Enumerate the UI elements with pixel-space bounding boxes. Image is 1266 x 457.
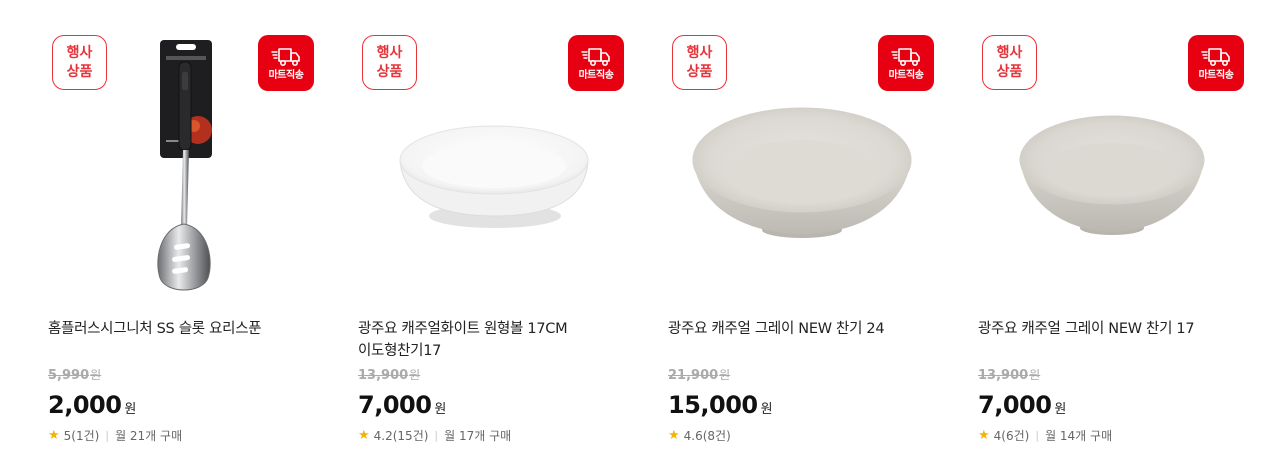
sale-price-value: 7,000 (978, 391, 1052, 419)
mart-badge-label: 마트직송 (1198, 70, 1234, 81)
original-price-unit: 원 (409, 368, 421, 382)
event-product-badge: 행사 상품 (672, 35, 727, 90)
product-name[interactable]: 광주요 캐주얼 그레이 NEW 찬기 24 (668, 318, 940, 340)
sale-price-value: 2,000 (48, 391, 122, 419)
sale-price: 2,000 원 (48, 389, 136, 426)
event-badge-line2: 상품 (686, 63, 713, 80)
product-thumbnail[interactable]: 행사 상품 마트직송 (978, 32, 1246, 304)
star-icon: ★ (978, 428, 990, 443)
mart-badge-label: 마트직송 (578, 70, 614, 81)
original-price-value: 13,900 (978, 368, 1029, 383)
delivery-truck-icon (271, 48, 300, 66)
event-badge-line2: 상품 (376, 63, 403, 80)
star-icon: ★ (48, 428, 60, 443)
rating-text: 5(1건) (63, 429, 100, 443)
meta-divider: | (434, 429, 439, 442)
monthly-sales: 월 14개 구매 (1045, 429, 1113, 443)
product-card[interactable]: 행사 상품 마트직송 (978, 0, 1266, 457)
mart-direct-badge: 마트직송 (878, 35, 934, 91)
event-badge-line1: 행사 (66, 44, 93, 61)
product-thumbnail[interactable]: 행사 상품 마트직송 (48, 32, 316, 304)
product-name[interactable]: 홈플러스시그니처 SS 슬롯 요리스푼 (48, 318, 320, 340)
event-product-badge: 행사 상품 (362, 35, 417, 90)
delivery-truck-icon (891, 48, 920, 66)
star-icon: ★ (358, 428, 370, 443)
product-name[interactable]: 광주요 캐주얼 그레이 NEW 찬기 17 (978, 318, 1250, 340)
mart-badge-label: 마트직송 (268, 70, 304, 81)
sale-price-value: 15,000 (668, 391, 758, 419)
sale-price-value: 7,000 (358, 391, 432, 419)
mart-direct-badge: 마트직송 (258, 35, 314, 91)
product-card[interactable]: 행사 상품 마트직송 (48, 0, 338, 457)
sale-price-unit: 원 (760, 402, 773, 417)
original-price-value: 13,900 (358, 368, 409, 383)
delivery-truck-icon (581, 48, 610, 66)
product-name[interactable]: 광주요 캐주얼화이트 원형볼 17CM 이도형찬기17 (358, 318, 630, 362)
mart-direct-badge: 마트직송 (568, 35, 624, 91)
sale-price-unit: 원 (124, 402, 137, 417)
original-price: 21,900원 (668, 367, 730, 384)
monthly-sales: 월 21개 구매 (115, 429, 183, 443)
meta-divider: | (1035, 429, 1040, 442)
original-price-unit: 원 (1029, 368, 1041, 382)
event-product-badge: 행사 상품 (52, 35, 107, 90)
product-grid: 행사 상품 마트직송 홈플러스시그니처 SS 슬롯 요리스푼 5,990원 2,… (0, 0, 1266, 457)
sale-price: 15,000 원 (668, 389, 773, 426)
sale-price: 7,000 원 (978, 389, 1066, 426)
product-thumbnail[interactable]: 행사 상품 마트직송 (668, 32, 936, 304)
product-meta: ★ 5(1건) | 월 21개 구매 (48, 428, 182, 444)
rating-text: 4.2(15건) (373, 429, 429, 443)
original-price: 5,990원 (48, 367, 101, 384)
event-badge-line1: 행사 (376, 44, 403, 61)
sale-price: 7,000 원 (358, 389, 446, 426)
sale-price-unit: 원 (1054, 402, 1067, 417)
event-product-badge: 행사 상품 (982, 35, 1037, 90)
star-icon: ★ (668, 428, 680, 443)
meta-divider: | (105, 429, 110, 442)
product-meta: ★ 4.6(8건) (668, 428, 731, 444)
product-meta: ★ 4(6건) | 월 14개 구매 (978, 428, 1112, 444)
original-price-value: 21,900 (668, 368, 719, 383)
product-card[interactable]: 행사 상품 마트직송 (358, 0, 648, 457)
event-badge-line2: 상품 (996, 63, 1023, 80)
original-price: 13,900원 (978, 367, 1040, 384)
original-price-unit: 원 (719, 368, 731, 382)
product-card[interactable]: 행사 상품 마트직송 (668, 0, 958, 457)
rating-text: 4(6건) (993, 429, 1030, 443)
mart-direct-badge: 마트직송 (1188, 35, 1244, 91)
original-price-unit: 원 (90, 368, 102, 382)
original-price: 13,900원 (358, 367, 420, 384)
original-price-value: 5,990 (48, 368, 90, 383)
mart-badge-label: 마트직송 (888, 70, 924, 81)
rating-text: 4.6(8건) (683, 429, 731, 443)
product-meta: ★ 4.2(15건) | 월 17개 구매 (358, 428, 511, 444)
sale-price-unit: 원 (434, 402, 447, 417)
delivery-truck-icon (1201, 48, 1230, 66)
product-thumbnail[interactable]: 행사 상품 마트직송 (358, 32, 626, 304)
event-badge-line1: 행사 (686, 44, 713, 61)
monthly-sales: 월 17개 구매 (444, 429, 512, 443)
event-badge-line1: 행사 (996, 44, 1023, 61)
event-badge-line2: 상품 (66, 63, 93, 80)
